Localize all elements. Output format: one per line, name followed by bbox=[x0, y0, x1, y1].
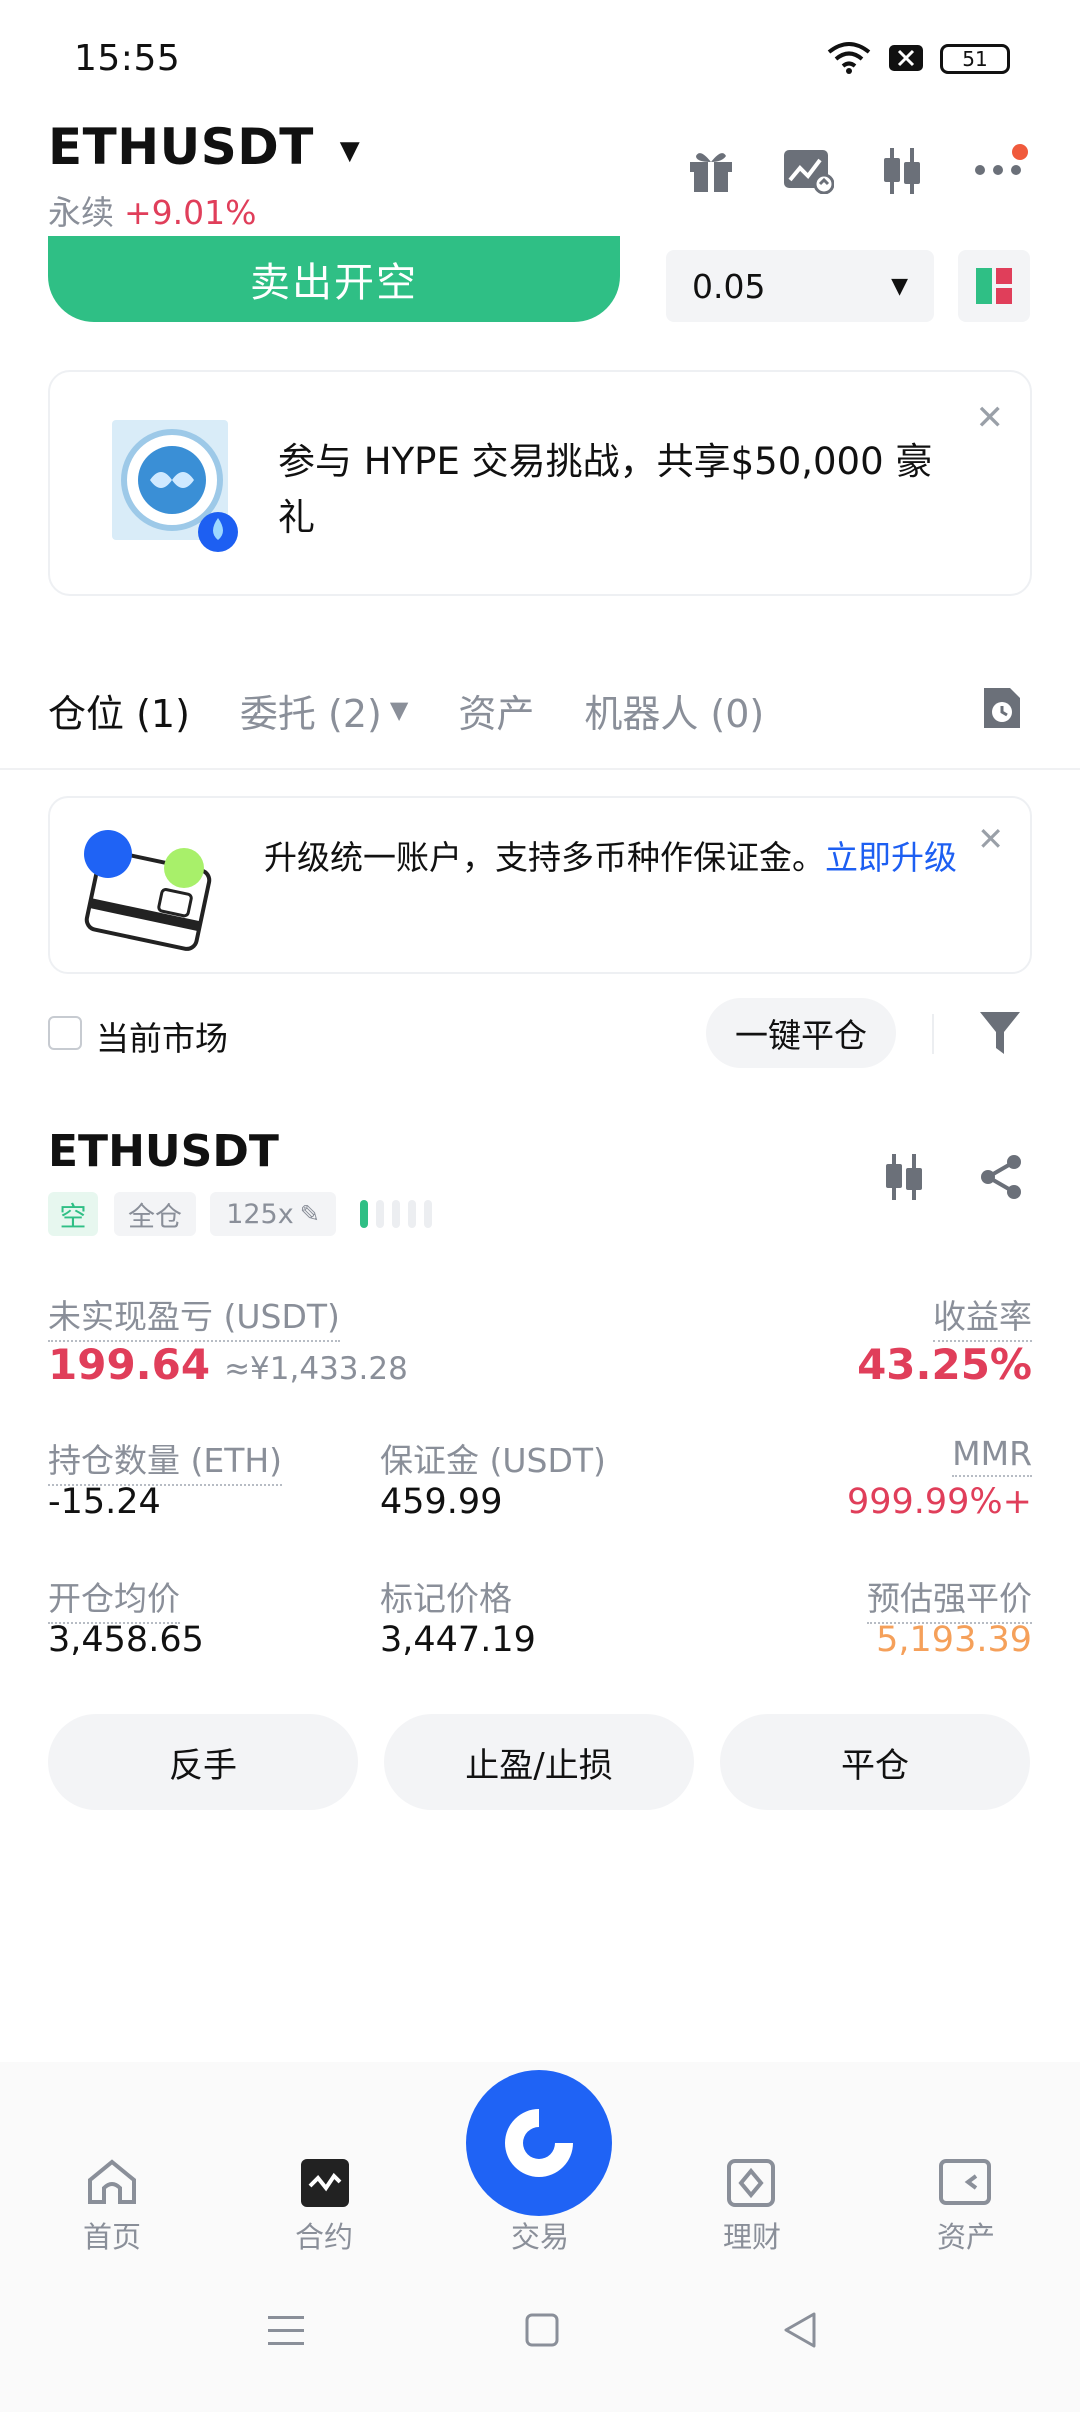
earn-icon bbox=[726, 2158, 776, 2208]
mmr-value: 999.99%+ bbox=[846, 1482, 1032, 1522]
roe-value: 43.25% bbox=[857, 1340, 1032, 1389]
hype-coin-icon bbox=[108, 414, 248, 554]
unrealized-pnl-value: 199.64 bbox=[48, 1340, 211, 1389]
upgrade-now-link[interactable]: 立即升级 bbox=[825, 838, 957, 877]
close-all-button[interactable]: 一键平仓 bbox=[706, 998, 896, 1068]
margin-mode-tag: 全仓 bbox=[114, 1192, 196, 1236]
contract-info: 永续 +9.01% bbox=[48, 186, 256, 234]
liq-price-value: 5,193.39 bbox=[876, 1620, 1032, 1660]
home-icon bbox=[86, 2158, 138, 2206]
gift-icon[interactable] bbox=[686, 146, 736, 194]
liq-price-label[interactable]: 预估强平价 bbox=[867, 1572, 1032, 1624]
nav-futures[interactable]: 合约 bbox=[244, 2214, 404, 2256]
nav-trade[interactable]: 交易 bbox=[460, 2214, 620, 2256]
symbol-selector[interactable]: ETHUSDT ▼ bbox=[48, 118, 360, 176]
reverse-button[interactable]: 反手 bbox=[48, 1714, 358, 1810]
battery-level: 51 bbox=[962, 47, 988, 71]
trade-button[interactable] bbox=[466, 2070, 612, 2216]
nav-assets[interactable]: 资产 bbox=[886, 2214, 1046, 2256]
back-icon[interactable] bbox=[780, 2310, 820, 2350]
position-tabs: 仓位 (1) 委托 (2) ▼ 资产 机器人 (0) bbox=[48, 680, 814, 740]
margin-value: 459.99 bbox=[380, 1482, 503, 1522]
mmr-label[interactable]: MMR bbox=[952, 1434, 1032, 1477]
system-nav bbox=[0, 2262, 1080, 2412]
tabs-divider bbox=[0, 768, 1080, 770]
tab-label: 仓位 (1) bbox=[48, 691, 190, 736]
promo-text: 参与 HYPE 交易挑战，共享$50,000 豪礼 bbox=[278, 440, 933, 539]
chart-image-icon[interactable] bbox=[782, 148, 834, 194]
battery-icon: 51 bbox=[940, 44, 1010, 74]
margin-label: 保证金 (USDT) bbox=[380, 1441, 606, 1480]
quantity-value: 0.05 bbox=[692, 266, 766, 306]
chevron-down-icon: ▼ bbox=[389, 696, 409, 724]
more-icon[interactable] bbox=[974, 140, 1030, 190]
position-symbol[interactable]: ETHUSDT bbox=[48, 1126, 279, 1177]
tpsl-button[interactable]: 止盈/止损 bbox=[384, 1714, 694, 1810]
close-position-button[interactable]: 平仓 bbox=[720, 1714, 1030, 1810]
upgrade-banner: 升级统一账户，支持多币种作保证金。立即升级 ✕ bbox=[48, 796, 1032, 974]
unrealized-pnl-cny: ≈¥1,433.28 bbox=[224, 1351, 408, 1387]
edit-icon: ✎ bbox=[299, 1200, 320, 1228]
unrealized-pnl: 199.64 ≈¥1,433.28 bbox=[48, 1340, 408, 1389]
price-change: +9.01% bbox=[124, 193, 257, 232]
leverage-tag[interactable]: 125x ✎ bbox=[210, 1192, 336, 1236]
entry-price-label[interactable]: 开仓均价 bbox=[48, 1572, 180, 1624]
mark-price-value: 3,447.19 bbox=[380, 1620, 536, 1660]
mark-price-label: 标记价格 bbox=[380, 1579, 512, 1618]
no-sim-icon bbox=[888, 44, 924, 72]
tab-assets[interactable]: 资产 bbox=[458, 683, 534, 738]
tab-positions[interactable]: 仓位 (1) bbox=[48, 683, 190, 738]
symbol-title: ETHUSDT bbox=[48, 118, 314, 176]
tab-label: 资产 bbox=[458, 691, 535, 736]
status-time: 15:55 bbox=[74, 38, 181, 79]
close-icon[interactable]: ✕ bbox=[976, 398, 1005, 438]
wallet-icon bbox=[938, 2158, 992, 2206]
unrealized-pnl-label[interactable]: 未实现盈亏 (USDT) bbox=[48, 1290, 340, 1342]
roe-label[interactable]: 收益率 bbox=[933, 1290, 1032, 1342]
contract-type: 永续 bbox=[48, 193, 114, 232]
nav-home[interactable]: 首页 bbox=[32, 2214, 192, 2256]
futures-icon bbox=[300, 2158, 350, 2208]
size-label[interactable]: 持仓数量 (ETH) bbox=[48, 1434, 283, 1486]
side-tag: 空 bbox=[48, 1192, 98, 1236]
chevron-down-icon: ▼ bbox=[891, 273, 908, 299]
promo-banner[interactable]: 参与 HYPE 交易挑战，共享$50,000 豪礼 ✕ bbox=[48, 370, 1032, 596]
nav-earn[interactable]: 理财 bbox=[672, 2214, 832, 2256]
wifi-icon bbox=[826, 40, 872, 74]
menu-icon[interactable] bbox=[266, 2312, 306, 2348]
history-icon[interactable] bbox=[980, 684, 1024, 732]
candlestick-icon[interactable] bbox=[878, 146, 926, 196]
tab-label: 机器人 (0) bbox=[584, 691, 765, 736]
chevron-down-icon: ▼ bbox=[339, 135, 361, 166]
filter-icon[interactable] bbox=[978, 1008, 1022, 1058]
divider bbox=[932, 1014, 934, 1054]
upgrade-description: 升级统一账户，支持多币种作保证金。 bbox=[264, 838, 825, 877]
upgrade-text: 升级统一账户，支持多币种作保证金。立即升级 bbox=[264, 834, 964, 882]
tab-bots[interactable]: 机器人 (0) bbox=[584, 683, 764, 738]
risk-level-indicator bbox=[360, 1200, 432, 1228]
trade-icon bbox=[505, 2109, 573, 2177]
tab-label: 委托 (2) bbox=[239, 691, 382, 736]
size-value: -15.24 bbox=[48, 1482, 161, 1522]
wallet-illustration-icon bbox=[78, 824, 218, 954]
share-icon[interactable] bbox=[976, 1152, 1026, 1202]
current-market-label: 当前市场 bbox=[96, 1019, 228, 1058]
entry-price-value: 3,458.65 bbox=[48, 1620, 204, 1660]
leverage-value: 125x bbox=[226, 1198, 294, 1230]
sell-open-short-button[interactable]: 卖出开空 bbox=[48, 236, 620, 322]
current-market-checkbox[interactable] bbox=[48, 1016, 82, 1050]
candlestick-icon[interactable] bbox=[880, 1152, 928, 1202]
home-square-icon[interactable] bbox=[524, 2312, 560, 2348]
close-icon[interactable]: ✕ bbox=[977, 820, 1004, 858]
tab-orders[interactable]: 委托 (2) ▼ bbox=[240, 683, 408, 738]
layout-toggle-button[interactable] bbox=[958, 250, 1030, 322]
quantity-select[interactable]: 0.05 ▼ bbox=[666, 250, 934, 322]
layout-icon bbox=[976, 268, 1012, 304]
